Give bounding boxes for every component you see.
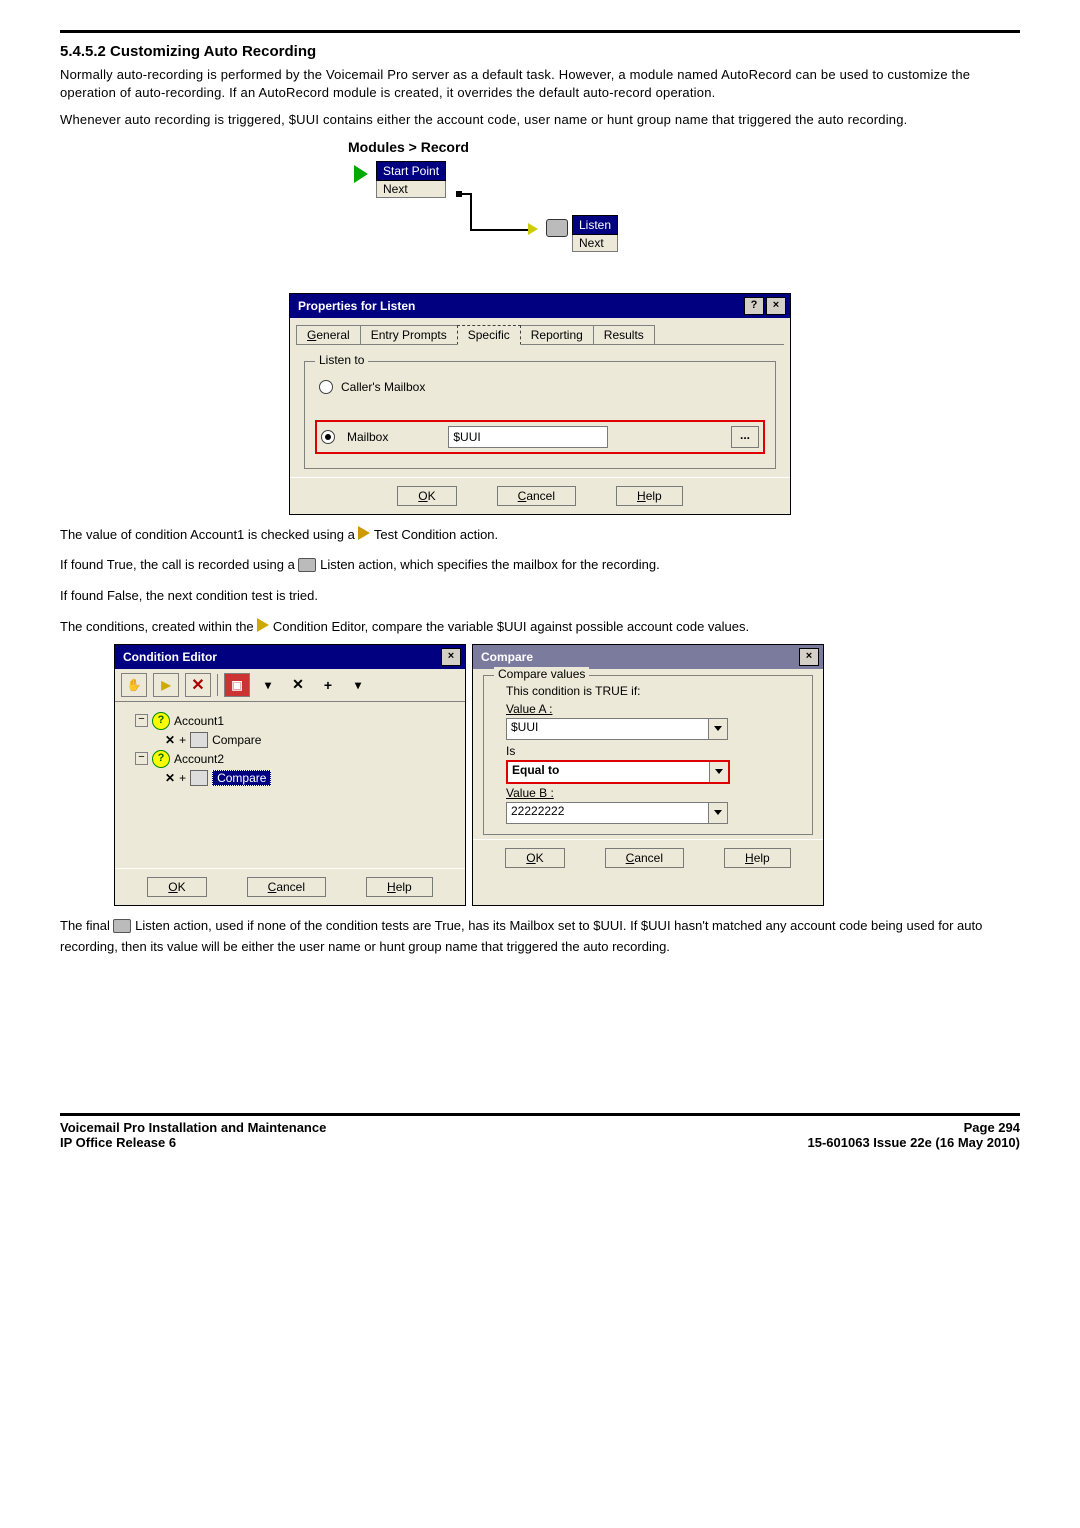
paragraph-1: Normally auto-recording is performed by …: [60, 66, 1020, 101]
chevron-down-icon: [715, 769, 723, 774]
tape-icon: [546, 219, 568, 237]
ok-button[interactable]: OK: [147, 877, 206, 897]
tab-general[interactable]: General: [296, 325, 361, 344]
footer-left-1: Voicemail Pro Installation and Maintenan…: [60, 1120, 326, 1135]
plus-icon: +: [179, 771, 186, 785]
value-a-label: Value A :: [506, 702, 802, 716]
mailbox-label: Mailbox: [347, 430, 388, 444]
compare-msg: This condition is TRUE if:: [506, 684, 802, 698]
callers-mailbox-label: Caller's Mailbox: [341, 380, 425, 394]
radio-callers-mailbox[interactable]: [319, 380, 333, 394]
text-if-true: If found True, the call is recorded usin…: [60, 555, 1020, 576]
value-b-label: Value B :: [506, 786, 802, 800]
tree-account2[interactable]: Account2: [174, 752, 224, 766]
compare-title: Compare: [481, 650, 533, 664]
x-icon: ✕: [165, 733, 175, 747]
toolbar-delete-icon[interactable]: ✕: [185, 673, 211, 697]
plus-icon: +: [179, 733, 186, 747]
toolbar-paste-icon[interactable]: ▣: [224, 673, 250, 697]
help-button[interactable]: ?: [744, 297, 764, 315]
compare-group: Compare values: [494, 667, 589, 681]
start-point-node: Start Point: [376, 161, 446, 181]
cancel-button[interactable]: Cancel: [605, 848, 684, 868]
is-label: Is: [506, 744, 802, 758]
final-paragraph: The final Listen action, used if none of…: [60, 916, 1020, 958]
toolbar-hand-icon[interactable]: ✋: [121, 673, 147, 697]
close-button[interactable]: ×: [441, 648, 461, 666]
listen-node: Listen: [572, 215, 618, 235]
toolbar: ✋ ▶ ✕ ▣ ▾ ✕ + ▾: [115, 669, 465, 702]
chevron-down-icon: [714, 810, 722, 815]
arrow-icon: [528, 223, 538, 235]
text-if-false: If found False, the next condition test …: [60, 586, 1020, 607]
modules-title: Modules > Record: [348, 139, 750, 155]
tab-specific[interactable]: Specific: [457, 325, 521, 345]
dialog-title: Properties for Listen: [298, 299, 415, 313]
play-icon: [354, 165, 368, 183]
section-heading: 5.4.5.2 Customizing Auto Recording: [60, 43, 1020, 60]
mailbox-row-highlight: Mailbox ...: [315, 420, 765, 454]
operator-combo[interactable]: Equal to: [506, 760, 730, 784]
compare-icon: [190, 732, 208, 748]
listen-icon: [298, 558, 316, 572]
toolbar-dropdown-icon[interactable]: ▾: [256, 674, 280, 696]
listen-to-group: Listen to: [315, 353, 368, 367]
condition-icon: ?: [152, 750, 170, 768]
value-a-combo[interactable]: $UUI: [506, 718, 728, 740]
mailbox-input[interactable]: [448, 426, 608, 448]
footer-left-2: IP Office Release 6: [60, 1135, 326, 1150]
radio-mailbox[interactable]: [321, 430, 335, 444]
ok-button[interactable]: OK: [397, 486, 456, 506]
close-button[interactable]: ×: [799, 648, 819, 666]
condition-icon: ?: [152, 712, 170, 730]
start-point-next: Next: [376, 181, 446, 198]
modules-record-figure: Modules > Record Start Point Next Listen…: [330, 139, 750, 281]
ok-button[interactable]: OK: [505, 848, 564, 868]
toolbar-plus-icon[interactable]: +: [316, 674, 340, 696]
toolbar-x-icon[interactable]: ✕: [286, 674, 310, 696]
tree-collapse-icon[interactable]: −: [135, 714, 148, 727]
cancel-button[interactable]: Cancel: [247, 877, 326, 897]
cancel-button[interactable]: Cancel: [497, 486, 576, 506]
close-button[interactable]: ×: [766, 297, 786, 315]
chevron-down-icon: [714, 726, 722, 731]
help-button[interactable]: Help: [724, 848, 791, 868]
text-test-condition: The value of condition Account1 is check…: [60, 525, 1020, 546]
condition-editor-icon: [257, 618, 269, 632]
tree-account1[interactable]: Account1: [174, 714, 224, 728]
condition-tree: − ? Account1 ✕ + Compare − ? Account2 ✕: [115, 702, 465, 868]
footer-right-2: 15-601063 Issue 22e (16 May 2010): [808, 1135, 1021, 1150]
tree-compare-1[interactable]: Compare: [212, 733, 261, 747]
browse-button[interactable]: ...: [731, 426, 759, 448]
toolbar-edit-icon[interactable]: ▶: [153, 673, 179, 697]
toolbar-small-dropdown-icon[interactable]: ▾: [346, 674, 370, 696]
x-icon: ✕: [165, 771, 175, 785]
tab-entry-prompts[interactable]: Entry Prompts: [360, 325, 458, 344]
tree-collapse-icon[interactable]: −: [135, 752, 148, 765]
condition-editor-title: Condition Editor: [123, 650, 217, 664]
help-button-bottom[interactable]: Help: [616, 486, 683, 506]
paragraph-2: Whenever auto recording is triggered, $U…: [60, 111, 1020, 129]
listen-icon: [113, 919, 131, 933]
footer-right-1: Page 294: [808, 1120, 1021, 1135]
text-conditions: The conditions, created within the Condi…: [60, 617, 1020, 638]
condition-editor-dialog: Condition Editor × ✋ ▶ ✕ ▣ ▾ ✕ + ▾ − ? A…: [114, 644, 466, 906]
help-button[interactable]: Help: [366, 877, 433, 897]
test-condition-icon: [358, 526, 370, 540]
properties-listen-dialog: Properties for Listen ? × General Entry …: [289, 293, 791, 515]
listen-next: Next: [572, 235, 618, 252]
compare-icon: [190, 770, 208, 786]
compare-dialog: Compare × Compare values This condition …: [472, 644, 824, 906]
tab-reporting[interactable]: Reporting: [520, 325, 594, 344]
tab-results[interactable]: Results: [593, 325, 655, 344]
value-b-combo[interactable]: 22222222: [506, 802, 728, 824]
tree-compare-2-selected[interactable]: Compare: [212, 770, 271, 786]
